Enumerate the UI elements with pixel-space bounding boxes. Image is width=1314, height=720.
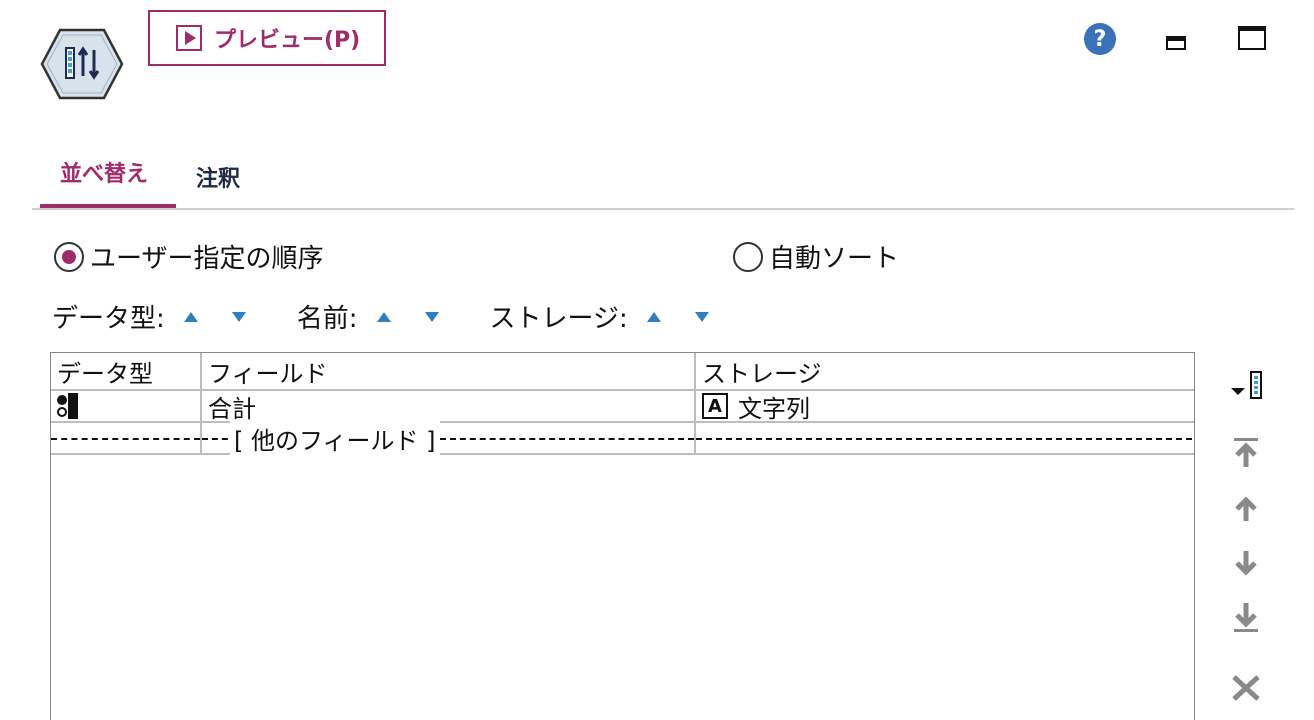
column-header-storage[interactable]: ストレージ — [696, 353, 1192, 389]
column-header-field[interactable]: フィールド — [202, 353, 696, 389]
string-storage-icon: A — [702, 393, 728, 419]
active-tab-indicator — [40, 204, 176, 208]
tab-bar: 並べ替え 注釈 — [32, 148, 1294, 210]
sort-storage-descending-icon[interactable] — [688, 302, 716, 332]
move-to-top-icon[interactable] — [1222, 432, 1270, 472]
sort-type-label: データ型: — [52, 304, 165, 334]
move-down-icon[interactable] — [1222, 544, 1270, 584]
field-order-table[interactable]: データ型 フィールド ストレージ 合計 A 文字列 [ 他のフィールド ] — [50, 352, 1195, 720]
sort-storage-label: ストレージ: — [489, 304, 628, 334]
table-header-row: データ型 フィールド ストレージ — [51, 353, 1194, 391]
custom-order-label: ユーザー指定の順序 — [90, 244, 324, 274]
custom-order-option[interactable]: ユーザー指定の順序 — [54, 238, 323, 275]
help-icon[interactable]: ? — [1084, 23, 1116, 55]
tab-annotations[interactable]: 注釈 — [196, 161, 240, 193]
delete-icon[interactable] — [1222, 668, 1270, 708]
move-up-icon[interactable] — [1222, 488, 1270, 528]
custom-order-radio[interactable] — [54, 241, 84, 272]
play-icon — [176, 25, 202, 51]
other-fields-row[interactable]: [ 他のフィールド ] — [51, 420, 1194, 456]
categorical-type-icon — [57, 393, 79, 419]
sort-name-label: 名前: — [296, 304, 358, 334]
sort-name-descending-icon[interactable] — [418, 302, 446, 332]
sort-node-icon — [40, 28, 124, 100]
field-name-cell: 合計 — [202, 391, 696, 423]
other-fields-label: [ 他のフィールド ] — [230, 420, 440, 456]
auto-sort-radio[interactable] — [733, 241, 763, 272]
sort-by-controls: データ型: 名前: ストレージ: — [52, 298, 736, 335]
field-picker-icon[interactable] — [1222, 364, 1270, 404]
sort-name-ascending-icon[interactable] — [370, 302, 398, 332]
sort-type-ascending-icon[interactable] — [177, 302, 205, 332]
move-to-bottom-icon[interactable] — [1222, 598, 1270, 638]
column-header-type[interactable]: データ型 — [51, 353, 202, 389]
minimize-icon[interactable] — [1166, 36, 1186, 50]
table-row[interactable]: 合計 A 文字列 — [51, 391, 1194, 423]
tab-sort[interactable]: 並べ替え — [60, 156, 148, 188]
preview-button[interactable]: プレビュー(P) — [148, 10, 386, 66]
preview-button-label: プレビュー(P) — [214, 28, 361, 53]
maximize-icon[interactable] — [1238, 26, 1266, 50]
sort-type-descending-icon[interactable] — [225, 302, 253, 332]
storage-value: 文字列 — [738, 394, 810, 423]
sort-storage-ascending-icon[interactable] — [640, 302, 668, 332]
auto-sort-label: 自動ソート — [769, 244, 900, 274]
auto-sort-option[interactable]: 自動ソート — [733, 238, 899, 275]
